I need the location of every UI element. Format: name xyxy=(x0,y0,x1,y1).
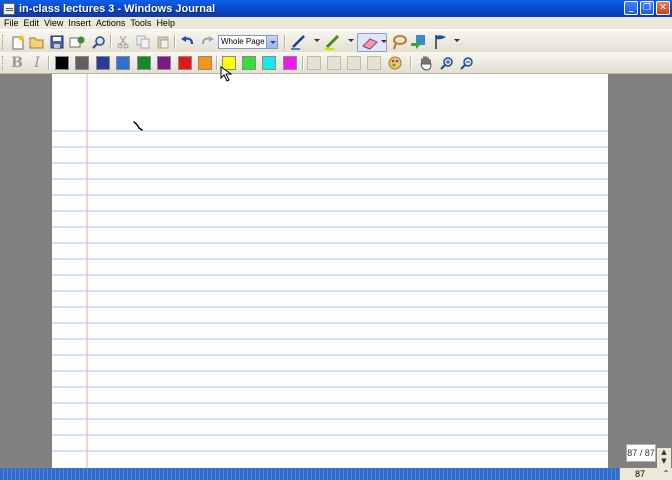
menu-help[interactable]: Help xyxy=(155,17,179,29)
title-bar: in-class lectures 3 - Windows Journal _ … xyxy=(0,0,672,17)
cut-icon[interactable] xyxy=(114,34,132,50)
paste-icon[interactable] xyxy=(154,34,172,50)
color-swatch-lime[interactable] xyxy=(242,56,256,70)
highlighter-icon[interactable] xyxy=(324,34,342,50)
toolbar-grip-2[interactable] xyxy=(2,56,5,70)
color-swatch-orange[interactable] xyxy=(198,56,212,70)
mouse-cursor-icon xyxy=(220,66,233,82)
page-indicator: 87 / 87 xyxy=(626,444,656,462)
zoom-select[interactable]: Whole Page xyxy=(218,35,278,49)
redo-icon[interactable] xyxy=(198,34,216,50)
color-swatch-purple[interactable] xyxy=(157,56,171,70)
scroll-down-icon[interactable]: ▼ xyxy=(657,457,671,466)
eraser-dropdown-icon[interactable] xyxy=(381,40,387,43)
lasso-icon[interactable] xyxy=(390,34,408,50)
standard-toolbar: Whole Page xyxy=(0,30,672,52)
eraser-icon xyxy=(362,38,378,50)
color-swatch-blue[interactable] xyxy=(116,56,130,70)
menu-view[interactable]: View xyxy=(43,17,67,29)
page-number: 87 xyxy=(620,468,660,480)
undo-icon[interactable] xyxy=(178,34,196,50)
menu-insert[interactable]: Insert xyxy=(67,17,95,29)
close-button[interactable]: ✕ xyxy=(656,1,670,15)
save-icon[interactable] xyxy=(48,34,66,50)
hand-icon[interactable] xyxy=(417,55,435,71)
page-bar[interactable] xyxy=(0,468,620,480)
send-icon[interactable] xyxy=(68,34,86,50)
find-icon[interactable] xyxy=(90,34,108,50)
color-swatch-cyan[interactable] xyxy=(262,56,276,70)
highlighter-dropdown-icon[interactable] xyxy=(348,39,354,42)
zoom-out-icon[interactable] xyxy=(458,55,476,71)
page-scroll-buttons: ▲ ▼ xyxy=(657,448,671,468)
color-swatch-red[interactable] xyxy=(178,56,192,70)
italic-button[interactable]: I xyxy=(28,55,46,71)
window-title: in-class lectures 3 - Windows Journal xyxy=(19,2,216,15)
pen-dropdown-icon[interactable] xyxy=(314,39,320,42)
minimize-button[interactable]: _ xyxy=(624,1,638,15)
color-swatch-gray[interactable] xyxy=(75,56,89,70)
pen-style-icon[interactable] xyxy=(386,55,404,71)
copy-icon[interactable] xyxy=(134,34,152,50)
format-toolbar: B I xyxy=(0,52,672,74)
color-swatch-green[interactable] xyxy=(137,56,151,70)
scroll-up-icon[interactable]: ▲ xyxy=(657,448,671,457)
page-nav-icon[interactable]: ⌃ xyxy=(660,468,672,480)
insert-space-icon[interactable] xyxy=(409,34,427,50)
eraser-button[interactable] xyxy=(357,33,387,52)
pen-icon[interactable] xyxy=(290,34,308,50)
pen-width-1[interactable] xyxy=(307,56,321,70)
chevron-down-icon[interactable] xyxy=(266,36,277,48)
zoom-select-value: Whole Page xyxy=(221,37,265,46)
color-swatch-magenta[interactable] xyxy=(283,56,297,70)
flag-dropdown-icon[interactable] xyxy=(454,39,460,42)
pen-width-2[interactable] xyxy=(327,56,341,70)
color-swatch-black[interactable] xyxy=(55,56,69,70)
menu-bar: File Edit View Insert Actions Tools Help xyxy=(0,17,672,29)
open-icon[interactable] xyxy=(28,34,46,50)
toolbar-grip[interactable] xyxy=(2,35,5,49)
menu-tools[interactable]: Tools xyxy=(129,17,155,29)
journal-app-icon[interactable] xyxy=(3,2,15,15)
zoom-in-icon[interactable] xyxy=(438,55,456,71)
note-workspace xyxy=(0,74,672,468)
new-note-icon[interactable] xyxy=(9,34,27,50)
menu-actions[interactable]: Actions xyxy=(95,17,130,29)
menu-file[interactable]: File xyxy=(3,17,23,29)
restore-button[interactable]: ❐ xyxy=(640,1,654,15)
menu-edit[interactable]: Edit xyxy=(23,17,44,29)
flag-icon[interactable] xyxy=(432,34,450,50)
bold-button[interactable]: B xyxy=(8,55,26,71)
pen-width-3[interactable] xyxy=(347,56,361,70)
pen-width-4[interactable] xyxy=(367,56,381,70)
color-swatch-dark-blue[interactable] xyxy=(96,56,110,70)
status-bar: 87 ⌃ xyxy=(0,468,672,480)
